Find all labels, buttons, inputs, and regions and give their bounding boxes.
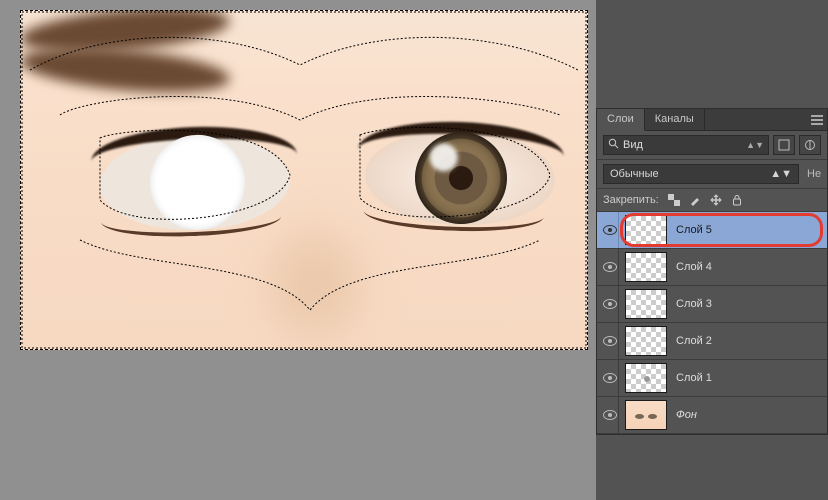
layers-panel: Слои Каналы Вид ▲▼ Обычные ▲▼ Не Закр [596,108,828,435]
layer-thumbnail[interactable] [625,363,667,393]
filter-kind-label: Вид [623,139,643,151]
lock-transparency-icon[interactable] [667,193,681,207]
document-canvas[interactable] [20,10,588,350]
filter-adjust-icon[interactable] [799,135,821,155]
nose-shadow [265,220,365,350]
search-icon [608,138,619,152]
layer-row[interactable]: Слой 4 [597,249,827,286]
blend-row: Обычные ▲▼ Не [597,160,827,189]
filter-pixel-icon[interactable] [773,135,795,155]
lock-label: Закрепить: [603,194,659,206]
tab-layers[interactable]: Слои [597,109,645,131]
opacity-label-truncated: Не [803,168,821,180]
visibility-toggle[interactable] [601,323,619,359]
tab-channels[interactable]: Каналы [645,109,705,130]
blend-mode-select[interactable]: Обычные ▲▼ [603,164,799,184]
layer-filter-row: Вид ▲▼ [597,131,827,160]
visibility-toggle[interactable] [601,286,619,322]
eye-icon [603,336,617,346]
layer-thumbnail[interactable] [625,326,667,356]
layer-thumbnail[interactable] [625,400,667,430]
right-eyebrow [20,41,231,99]
visibility-toggle[interactable] [601,212,619,248]
blend-mode-value: Обычные [610,168,659,180]
eye-icon [603,299,617,309]
lock-icons [667,193,744,207]
layer-name[interactable]: Слой 2 [673,335,823,347]
lock-all-icon[interactable] [730,193,744,207]
visibility-toggle[interactable] [601,397,619,433]
eye-icon [603,225,617,235]
canvas-workspace [0,0,596,500]
right-eye-iris [413,130,508,225]
left-eye-painted [98,132,291,234]
eye-icon [603,410,617,420]
lock-position-icon[interactable] [709,193,723,207]
layer-row[interactable]: Слой 1 [597,360,827,397]
layer-name[interactable]: Слой 1 [673,372,823,384]
chevron-updown-icon: ▲▼ [770,168,792,180]
layer-row[interactable]: Фон [597,397,827,434]
layer-row[interactable]: Слой 5 [597,212,827,249]
layer-thumbnail[interactable] [625,252,667,282]
right-eye [363,127,556,229]
left-eye-white-fill [148,133,246,231]
layer-thumbnail[interactable] [625,215,667,245]
eye-icon [603,262,617,272]
eye-icon [603,373,617,383]
tabs-spacer [705,109,807,130]
panel-menu-icon[interactable] [807,109,827,130]
layer-name[interactable]: Слой 4 [673,261,823,273]
visibility-toggle[interactable] [601,249,619,285]
layer-name[interactable]: Слой 3 [673,298,823,310]
filter-kind-select[interactable]: Вид ▲▼ [603,135,769,155]
chevron-updown-icon: ▲▼ [746,140,764,150]
layer-row[interactable]: Слой 2 [597,323,827,360]
layer-name[interactable]: Слой 5 [673,224,823,236]
layer-name[interactable]: Фон [673,409,823,421]
thumbnail-content-dot [644,376,650,382]
layer-row[interactable]: Слой 3 [597,286,827,323]
panel-tabs: Слои Каналы [597,109,827,131]
lock-brush-icon[interactable] [688,193,702,207]
layer-thumbnail[interactable] [625,289,667,319]
lock-row: Закрепить: [597,189,827,212]
layers-list: Слой 5 Слой 4 Слой 3 Слой 2 Слой 1 Фон [597,212,827,434]
visibility-toggle[interactable] [601,360,619,396]
